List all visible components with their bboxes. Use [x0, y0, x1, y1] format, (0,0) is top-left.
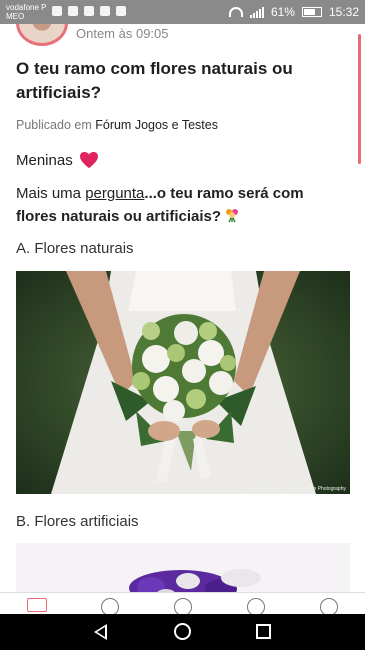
published-prefix: Publicado em [16, 118, 92, 132]
post-timestamp: Ontem às 09:05 [76, 26, 169, 41]
option-b-label: B. Flores artificiais [16, 513, 139, 530]
facebook-icon [116, 6, 126, 16]
carrier-sub: MEO [6, 12, 25, 21]
artificial-bouquet-image [16, 543, 350, 592]
nav-tab-home[interactable] [17, 593, 57, 615]
status-bar: vodafone P MEO 61% 15:32 [0, 0, 365, 24]
sync-icon [68, 6, 78, 16]
clock: 15:32 [328, 5, 359, 19]
artificial-bouquet-photo[interactable] [16, 543, 350, 592]
question-prefix: Mais uma [16, 185, 86, 202]
mail-icon [52, 6, 62, 16]
nav-tab-search[interactable] [90, 593, 130, 616]
home-icon [26, 598, 47, 612]
notification-icons [52, 6, 126, 16]
nav-tab-favorites[interactable] [236, 593, 276, 616]
download-icon [100, 6, 110, 16]
scroll-indicator[interactable] [358, 34, 361, 164]
email-icon [84, 6, 94, 16]
battery-icon [301, 7, 322, 17]
published-in: Publicado em Fórum Jogos e Testes [16, 118, 218, 132]
app-bottom-nav [0, 592, 365, 616]
forum-link[interactable]: Fórum Jogos e Testes [95, 118, 218, 132]
back-button[interactable] [94, 624, 107, 640]
question-paragraph: Mais uma pergunta...o teu ramo será com … [16, 182, 346, 228]
signal-icon [249, 6, 264, 18]
author-avatar[interactable] [16, 24, 68, 46]
heart-icon [79, 151, 98, 169]
recent-apps-button[interactable] [256, 624, 271, 639]
system-icons: 61% 15:32 [228, 5, 359, 19]
greeting-text: Meninas [16, 151, 73, 169]
carrier-name: vodafone P [6, 3, 47, 12]
nav-tab-more[interactable] [309, 593, 349, 616]
post-content[interactable]: Ontem às 09:05 O teu ramo com flores nat… [0, 24, 365, 592]
greeting: Meninas [16, 151, 99, 169]
question-link[interactable]: pergunta [85, 185, 144, 202]
nav-tab-messages[interactable] [163, 593, 203, 616]
battery-percent: 61% [270, 5, 295, 19]
photo-credit: casamentos.pt · Helena Tomás Photography [247, 486, 346, 492]
natural-bouquet-image [16, 271, 350, 494]
natural-bouquet-photo[interactable]: casamentos.pt · Helena Tomás Photography [16, 271, 350, 494]
option-a-label: A. Flores naturais [16, 240, 134, 257]
system-nav-bar [0, 614, 365, 650]
carrier-info: vodafone P MEO [6, 3, 46, 21]
post-title: O teu ramo com flores naturais ou artifi… [16, 59, 293, 102]
flower-bouquet-icon [226, 209, 239, 223]
home-button[interactable] [174, 623, 191, 640]
wifi-icon [228, 7, 243, 17]
